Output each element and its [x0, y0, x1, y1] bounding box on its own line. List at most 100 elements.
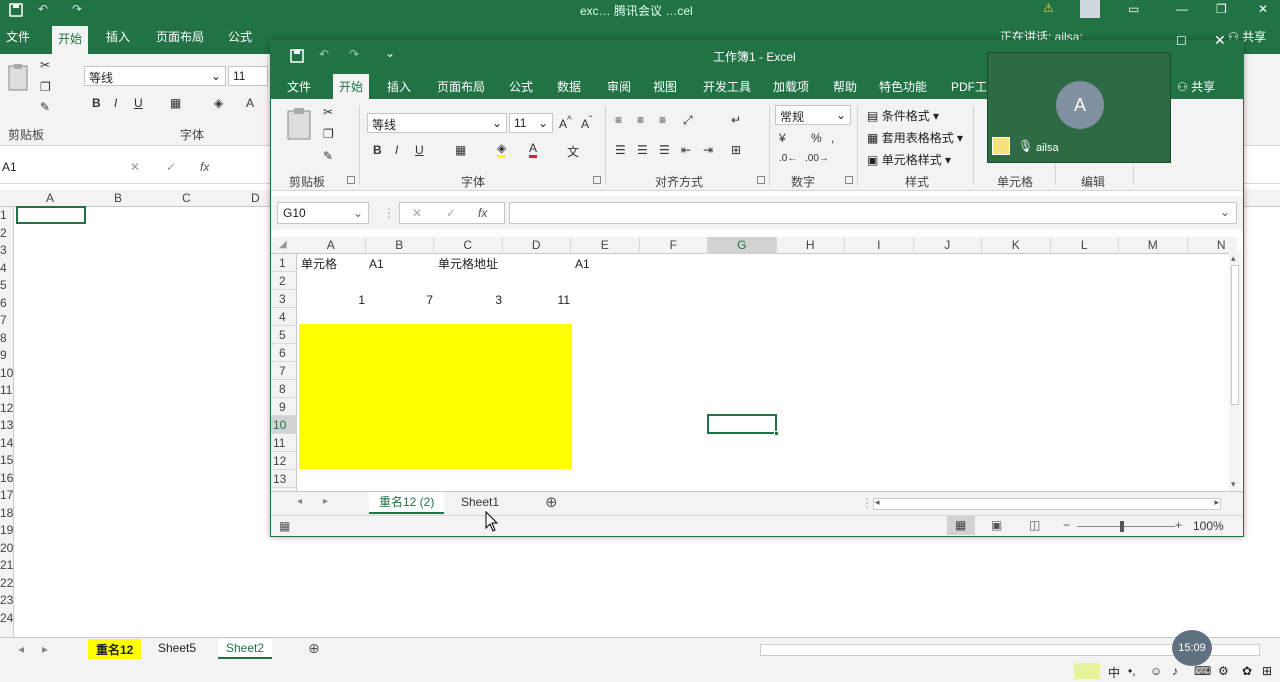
yellow-filled-range[interactable] [299, 324, 572, 469]
cell-style-button[interactable]: ▣ 单元格样式 ▾ [867, 151, 951, 168]
tab-insert[interactable]: 插入 [387, 78, 411, 95]
row-header[interactable]: 13 [271, 470, 297, 488]
add-sheet-icon[interactable]: ⊕ [308, 640, 320, 657]
border-icon[interactable]: ▦ [170, 96, 181, 110]
bg-row-header[interactable]: 11 [0, 383, 14, 397]
vertical-scroll-thumb[interactable] [1231, 265, 1239, 405]
row-header[interactable]: 3 [271, 290, 297, 308]
bg-row-header[interactable]: 4 [0, 261, 14, 275]
bg-row-header[interactable]: 13 [0, 418, 14, 432]
save-icon[interactable] [289, 48, 305, 64]
wrap-text-icon[interactable]: ↵ [731, 113, 741, 127]
zoom-slider[interactable] [1077, 526, 1175, 527]
sheet-tab[interactable]: 重名12 (2) [369, 492, 445, 514]
zoom-in-icon[interactable]: + [1175, 518, 1182, 532]
bg-row-header[interactable]: 17 [0, 488, 14, 502]
insert-function-icon[interactable]: fx [200, 160, 209, 174]
bg-row-header[interactable]: 7 [0, 313, 14, 327]
insert-function-icon[interactable]: fx [478, 206, 487, 220]
bg-column-header[interactable]: A [46, 191, 54, 205]
tab-home[interactable]: 开始 [333, 74, 370, 99]
bg-row-header[interactable]: 2 [0, 226, 14, 240]
bg-tab-formulas[interactable]: 公式 [228, 28, 252, 45]
column-header[interactable]: M [1119, 237, 1188, 254]
row-header[interactable]: 8 [271, 380, 297, 398]
tab-formulas[interactable]: 公式 [509, 78, 533, 95]
decrease-decimal-icon[interactable]: .00→ [805, 153, 829, 164]
paste-icon[interactable] [285, 105, 313, 145]
redo-icon[interactable]: ↷ [72, 2, 82, 16]
column-header[interactable]: H [777, 237, 845, 254]
row-header[interactable]: 4 [271, 308, 297, 326]
bg-active-cell[interactable] [16, 206, 86, 224]
bg-row-header[interactable]: 20 [0, 541, 14, 555]
align-center-icon[interactable]: ☰ [637, 143, 648, 157]
skin-icon[interactable]: ✿ [1242, 664, 1252, 678]
column-header[interactable]: G [708, 237, 777, 254]
bg-row-header[interactable]: 18 [0, 506, 14, 520]
bg-row-header[interactable]: 8 [0, 331, 14, 345]
bg-sheet-tab[interactable]: Sheet5 [150, 639, 204, 659]
bg-row-header[interactable]: 6 [0, 296, 14, 310]
column-header[interactable]: E [571, 237, 640, 254]
bg-row-header[interactable]: 10 [0, 366, 14, 380]
font-color-icon[interactable]: A [246, 96, 254, 110]
row-header[interactable]: 11 [271, 434, 297, 452]
font-launcher-icon[interactable] [593, 176, 601, 184]
number-format-select[interactable]: 常规 ⌄ [775, 105, 851, 125]
warning-icon[interactable]: ⚠ [1043, 1, 1054, 15]
row-header[interactable]: 2 [271, 272, 297, 290]
cell-C1[interactable]: 单元格地址 [438, 255, 498, 273]
bg-row-header[interactable]: 21 [0, 558, 14, 572]
ribbon-display-icon[interactable]: ▭ [1128, 2, 1139, 16]
bg-tab-page-layout[interactable]: 页面布局 [156, 28, 204, 45]
select-all-icon[interactable]: ◢ [279, 239, 287, 250]
cut-icon[interactable]: ✂ [40, 58, 50, 72]
microphone-icon[interactable]: 🎙 [1018, 139, 1033, 153]
next-sheet-icon[interactable]: ▸ [42, 642, 48, 656]
cancel-entry-icon[interactable]: ✕ [130, 160, 140, 174]
undo-icon[interactable]: ↶ [38, 2, 48, 16]
bg-row-header[interactable]: 14 [0, 436, 14, 450]
column-header[interactable]: F [640, 237, 708, 254]
bg-tab-home[interactable]: 开始 [52, 26, 89, 54]
tab-review[interactable]: 审阅 [607, 78, 631, 95]
vertical-scrollbar[interactable]: ▴ ▾ [1229, 253, 1241, 491]
format-painter-icon[interactable]: ✎ [323, 149, 333, 163]
tab-addins[interactable]: 加载项 [773, 78, 809, 95]
prev-sheet-icon[interactable]: ◂ [297, 496, 302, 507]
cancel-entry-icon[interactable]: ✕ [412, 206, 422, 220]
bg-row-header[interactable]: 3 [0, 243, 14, 257]
bg-row-header[interactable]: 23 [0, 593, 14, 607]
row-header[interactable]: 10 [271, 416, 297, 434]
zoom-slider-thumb[interactable] [1120, 521, 1124, 532]
column-header[interactable]: D [503, 237, 571, 254]
bg-row-header[interactable]: 15 [0, 453, 14, 467]
increase-font-icon[interactable]: A^ [559, 115, 572, 131]
column-header[interactable]: A [297, 237, 366, 254]
align-middle-icon[interactable]: ≡ [637, 113, 644, 127]
row-header[interactable]: 5 [271, 326, 297, 344]
settings-gear-icon[interactable]: ⚙ [1218, 664, 1229, 678]
tab-page-layout[interactable]: 页面布局 [437, 78, 485, 95]
macro-record-icon[interactable]: ▦ [279, 519, 290, 533]
increase-decimal-icon[interactable]: .0← [779, 153, 797, 164]
floating-timer[interactable]: 15:09 [1172, 630, 1212, 666]
row-header[interactable]: 7 [271, 362, 297, 380]
bg-sheet-tab[interactable]: Sheet2 [218, 639, 273, 659]
font-size-select[interactable]: 11 ⌄ [509, 113, 553, 133]
underline-icon[interactable]: U [134, 96, 143, 110]
copy-icon[interactable]: ❐ [323, 127, 334, 141]
row-header[interactable]: 12 [271, 452, 297, 470]
window-maximize-icon[interactable]: ☐ [1176, 34, 1187, 48]
tools-icon[interactable]: ⊞ [1262, 664, 1272, 678]
percent-icon[interactable]: % [811, 131, 822, 145]
bg-row-header[interactable]: 24 [0, 611, 14, 625]
font-color-icon[interactable]: A [529, 141, 538, 158]
bg-tab-insert[interactable]: 插入 [106, 28, 130, 45]
keyboard-icon[interactable]: ⌨ [1194, 664, 1211, 678]
bg-row-header[interactable]: 12 [0, 401, 14, 415]
restore-icon[interactable]: ❐ [1216, 2, 1227, 16]
customize-toolbar-icon[interactable]: ⌄ [385, 46, 395, 60]
confirm-entry-icon[interactable]: ✓ [446, 206, 456, 220]
